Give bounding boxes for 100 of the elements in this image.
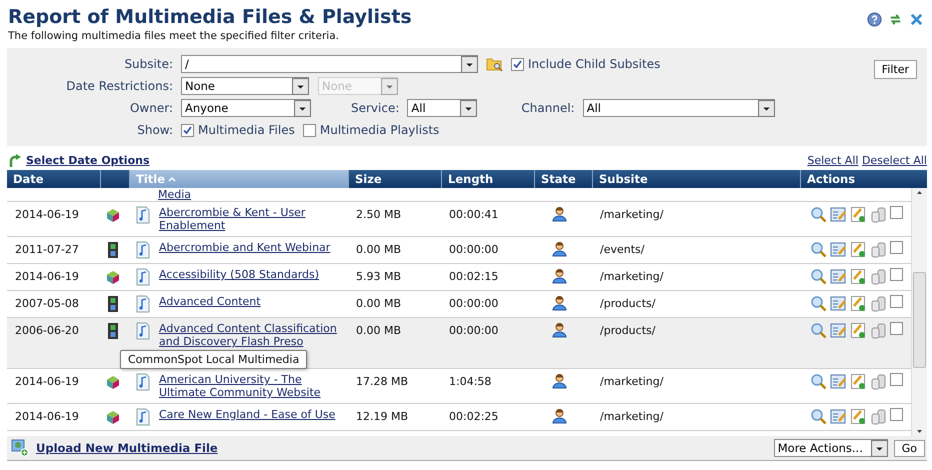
length-cell-text: 00:00:00	[448, 296, 500, 312]
search-icon[interactable]	[810, 241, 827, 258]
date-cell-text: 2011-07-27	[14, 242, 80, 258]
field-label: Date Restrictions:	[65, 79, 173, 93]
hexagon-cube-icon	[105, 268, 121, 286]
media-title-link[interactable]: Media	[158, 189, 192, 201]
edit-form-icon[interactable]	[830, 408, 847, 425]
checkbox[interactable]	[302, 124, 316, 136]
subsite-cell-text: /events/	[599, 242, 646, 258]
media-title-link[interactable]: American University - The Ultimate Community Website	[159, 373, 346, 399]
filter-button[interactable]: Filter	[874, 60, 917, 79]
document-edit-icon[interactable]	[850, 322, 867, 339]
service-select[interactable]: All	[407, 99, 478, 117]
cylinders-icon[interactable]	[870, 295, 887, 312]
folder-search-icon[interactable]	[486, 56, 503, 72]
film-strip-icon	[105, 241, 121, 259]
checkbox[interactable]	[181, 124, 194, 136]
document-edit-icon[interactable]	[850, 373, 867, 390]
size-cell-text: 0.00 MB	[355, 296, 402, 312]
edit-form-icon[interactable]	[830, 373, 847, 390]
cylinders-icon[interactable]	[870, 322, 887, 339]
owner-select[interactable]: Anyone	[181, 99, 311, 117]
subsite-select[interactable]: /	[181, 55, 478, 73]
search-icon[interactable]	[810, 322, 827, 339]
hexagon-cube-icon	[105, 373, 121, 391]
cylinders-icon[interactable]	[870, 206, 887, 223]
date-cell-text: 2014-06-19	[14, 207, 80, 223]
subsite-cell-text: /marketing/	[599, 409, 664, 425]
select-all-link[interactable]: Select All	[807, 154, 858, 166]
select-date-options-link[interactable]: Select Date Options	[26, 154, 150, 166]
checkbox[interactable]	[890, 241, 903, 254]
field-label: Show:	[136, 123, 173, 137]
search-icon[interactable]	[810, 373, 827, 390]
checkbox[interactable]	[890, 322, 903, 335]
cylinders-icon[interactable]	[870, 373, 887, 390]
checkbox[interactable]	[890, 373, 903, 386]
cylinders-icon[interactable]	[870, 408, 887, 425]
scrollbar[interactable]	[911, 188, 927, 436]
search-icon[interactable]	[810, 408, 827, 425]
music-file-icon	[135, 408, 151, 426]
checkbox[interactable]	[890, 268, 903, 281]
upload-link[interactable]: Upload New Multimedia File	[36, 441, 218, 455]
checkbox[interactable]	[890, 295, 903, 308]
page-subtitle: The following multimedia files meet the specified filter criteria.	[8, 30, 340, 42]
document-edit-icon[interactable]	[850, 295, 867, 312]
tooltip: CommonSpot Local Multimedia	[120, 350, 308, 369]
music-file-icon	[135, 322, 151, 340]
refresh-icon[interactable]	[888, 12, 903, 27]
document-edit-icon[interactable]	[850, 408, 867, 425]
document-edit-icon[interactable]	[850, 268, 867, 285]
sort-caret-icon	[168, 175, 176, 183]
checkbox[interactable]	[890, 206, 903, 219]
edit-form-icon[interactable]	[830, 241, 847, 258]
edit-form-icon[interactable]	[830, 268, 847, 285]
checkbox-label: Include Child Subsites	[528, 57, 660, 71]
media-title-link[interactable]: Abercrombie and Kent Webinar	[159, 241, 330, 259]
media-title-link[interactable]: Care New England - Ease of Use	[159, 408, 336, 426]
person-icon	[552, 241, 567, 257]
cylinders-icon[interactable]	[870, 241, 887, 258]
document-edit-icon[interactable]	[850, 206, 867, 223]
date-cell-text: 2014-06-19	[14, 409, 80, 425]
column-header[interactable]: Length	[441, 170, 534, 188]
film-strip-icon	[105, 295, 121, 313]
media-title-link[interactable]: Advanced Content	[159, 295, 261, 313]
edit-form-icon[interactable]	[830, 322, 847, 339]
search-icon[interactable]	[810, 295, 827, 312]
length-cell-text: 1:04:58	[448, 374, 492, 390]
date-restriction-select[interactable]: None	[181, 77, 309, 95]
edit-form-icon[interactable]	[830, 295, 847, 312]
media-title-link[interactable]: Accessibility (508 Standards)	[159, 268, 320, 286]
checkbox[interactable]	[511, 58, 524, 70]
document-edit-icon[interactable]	[850, 241, 867, 258]
field-label: Channel:	[521, 101, 575, 115]
media-title-link[interactable]: Abercrombie & Kent - User Enablement	[159, 206, 346, 232]
channel-select[interactable]: All	[582, 99, 775, 117]
search-icon[interactable]	[810, 268, 827, 285]
column-header[interactable]: Date	[7, 170, 100, 188]
go-button[interactable]: Go	[894, 440, 925, 456]
date-cell-text: 2006-06-20	[14, 323, 80, 339]
length-cell-text: 00:02:25	[448, 409, 500, 425]
music-file-icon	[135, 268, 151, 286]
edit-form-icon[interactable]	[830, 206, 847, 223]
music-file-icon	[135, 373, 151, 391]
subsite-cell-text: /products/	[599, 323, 656, 339]
close-icon[interactable]	[909, 12, 924, 27]
column-header[interactable]: Subsite	[592, 170, 800, 188]
help-icon[interactable]	[867, 12, 882, 27]
column-header[interactable]: Size	[348, 170, 441, 188]
deselect-all-link[interactable]: Deselect All	[862, 154, 927, 166]
checkbox[interactable]	[890, 408, 903, 421]
search-icon[interactable]	[810, 206, 827, 223]
more-actions-select[interactable]: More Actions...	[774, 439, 888, 457]
size-cell-text: 12.19 MB	[355, 409, 410, 425]
cylinders-icon[interactable]	[870, 268, 887, 285]
length-cell-text: 00:00:00	[448, 323, 500, 339]
media-title-link[interactable]: Advanced Content Classification and Discovery Flash Preso	[159, 322, 346, 348]
checkbox-label: Multimedia Playlists	[320, 123, 440, 137]
length-cell-text: 00:00:41	[448, 207, 500, 223]
column-header[interactable]: State	[534, 170, 592, 188]
page-title: Report of Multimedia Files & Playlists	[8, 6, 412, 28]
